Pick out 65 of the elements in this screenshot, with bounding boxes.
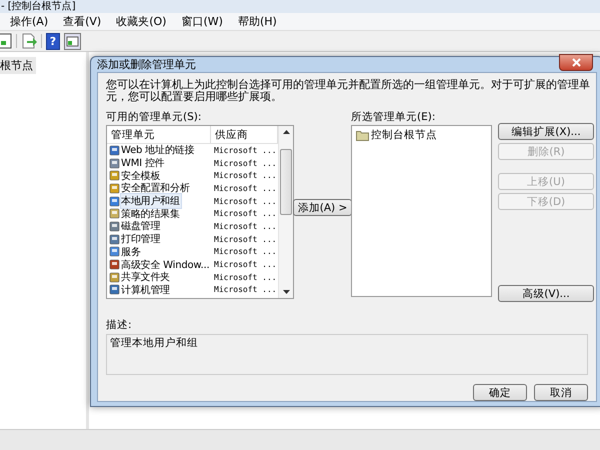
- dialog-button[interactable]: 确定: [473, 384, 527, 401]
- scrollbar[interactable]: [278, 126, 293, 298]
- snap-in-icon: [109, 144, 120, 156]
- menu-item[interactable]: 收藏夹(O): [112, 14, 170, 29]
- description-text: 管理本地用户和组: [110, 337, 198, 349]
- snap-in-icon: [109, 196, 120, 207]
- snap-in-name[interactable]: 服务: [121, 244, 142, 259]
- snap-in-icon: [109, 284, 120, 296]
- scroll-up-icon[interactable]: [282, 130, 290, 134]
- dialog-button[interactable]: 取消: [534, 384, 588, 401]
- snap-in-name[interactable]: 本地用户和组: [121, 194, 181, 208]
- snap-in-icon: [109, 259, 120, 270]
- snap-in-name[interactable]: WMI 控件: [121, 156, 166, 170]
- close-button[interactable]: [559, 54, 593, 71]
- vendor-text: Microsoft ...: [213, 184, 277, 193]
- snap-in-name[interactable]: 打印管理: [121, 232, 162, 246]
- snap-in-icon: [109, 246, 120, 258]
- vendor-text: Microsoft ...: [213, 171, 277, 180]
- snap-in-icon: [109, 170, 120, 182]
- instruction-text: 您可以在计算机上为此控制台选择可用的管理单元并配置所选的一组管理单元。对于可扩展的管理单元，您可以配置要启用哪些扩展项。: [106, 79, 591, 103]
- scroll-down-icon[interactable]: [282, 290, 290, 294]
- vendor-text: Microsoft ...: [213, 196, 277, 206]
- vendor-text: Microsoft ...: [213, 146, 277, 155]
- snap-in-name[interactable]: 磁盘管理: [121, 219, 162, 234]
- vendor-text: Microsoft ...: [213, 260, 277, 270]
- snap-in-name[interactable]: 安全配置和分析: [121, 181, 191, 196]
- snap-in-icon: [109, 158, 120, 169]
- list-label: 所选管理单元(E):: [351, 110, 436, 124]
- vendor-text: Microsoft ...: [213, 247, 277, 256]
- description-label: 描述:: [106, 318, 132, 332]
- dialog-title: 添加或删除管理单元: [97, 57, 196, 72]
- close-icon: [572, 58, 580, 67]
- panel-icon[interactable]: [64, 32, 81, 50]
- vendor-text: Microsoft ...: [213, 272, 277, 282]
- snap-in-icon: [109, 234, 120, 245]
- menu-item[interactable]: 窗口(W): [177, 14, 227, 29]
- folder-icon: [356, 130, 369, 140]
- menu-item[interactable]: 帮助(H): [234, 14, 281, 29]
- menu-item[interactable]: 操作(A): [6, 14, 52, 29]
- tree-item[interactable]: 控制台根节点: [371, 128, 437, 142]
- window-icon[interactable]: [0, 33, 12, 49]
- vendor-text: Microsoft ...: [213, 222, 277, 231]
- vendor-text: Microsoft ...: [213, 158, 277, 168]
- action-button[interactable]: 编辑扩展(X)...: [498, 123, 594, 140]
- snap-in-icon: [109, 220, 120, 232]
- vendor-text: Microsoft ...: [213, 234, 277, 244]
- vendor-text: Microsoft ...: [213, 285, 277, 294]
- snap-in-name[interactable]: 共享文件夹: [121, 270, 172, 284]
- snap-in-icon: [109, 272, 120, 283]
- window-title: - [控制台根节点]: [1, 0, 76, 13]
- vendor-text: Microsoft ...: [213, 209, 277, 218]
- list-label: 可用的管理单元(S):: [106, 110, 202, 124]
- action-button[interactable]: 高级(V)...: [498, 285, 594, 302]
- export-icon[interactable]: [21, 33, 37, 49]
- snap-in-name[interactable]: 计算机管理: [121, 282, 172, 297]
- tree-item[interactable]: 根节点: [0, 57, 36, 74]
- snap-in-icon: [109, 182, 120, 194]
- menu-item[interactable]: 查看(V): [59, 14, 106, 29]
- snap-in-name[interactable]: 安全模板: [121, 168, 162, 183]
- snap-in-icon: [109, 208, 120, 220]
- help-icon[interactable]: ?: [46, 32, 60, 50]
- snap-in-name[interactable]: Web 地址的链接: [121, 143, 196, 158]
- add-button[interactable]: 添加(A) >: [292, 199, 352, 216]
- snap-in-name[interactable]: 策略的结果集: [121, 206, 181, 221]
- snap-in-name[interactable]: 高级安全 Window...: [121, 258, 210, 272]
